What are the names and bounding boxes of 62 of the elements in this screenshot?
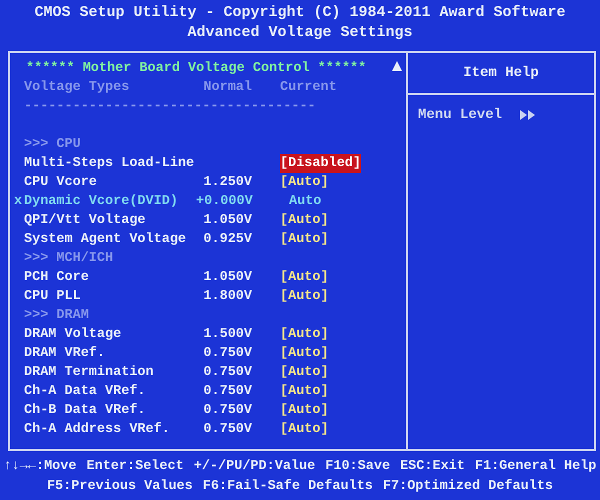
normal-value: 1.250V bbox=[202, 174, 252, 192]
normal-value: 0.750V bbox=[202, 402, 252, 420]
key-hint: +/-/PU/PD:Value bbox=[194, 458, 316, 476]
column-header: Normal bbox=[202, 79, 252, 97]
setting-value[interactable]: [Auto] bbox=[280, 420, 329, 439]
setting-label: System Agent Voltage bbox=[24, 231, 188, 249]
key-hint: ESC:Exit bbox=[400, 458, 465, 476]
setting-label: DRAM VRef. bbox=[24, 345, 106, 363]
section-heading: >>> MCH/ICH bbox=[24, 250, 114, 268]
window-title: Advanced Voltage Settings bbox=[187, 23, 413, 43]
setting-label: CPU PLL bbox=[24, 288, 82, 306]
setting-value[interactable]: [Auto] bbox=[280, 382, 329, 401]
normal-value: 0.750V bbox=[202, 364, 252, 382]
setting-value[interactable]: [Auto] bbox=[280, 230, 329, 249]
setting-value[interactable]: [Auto] bbox=[280, 344, 329, 363]
setting-value: Auto bbox=[288, 193, 322, 211]
setting-label: Ch-A Data VRef. bbox=[24, 383, 147, 401]
key-hint: F7:Optimized Defaults bbox=[382, 478, 554, 496]
normal-value: 0.750V bbox=[202, 383, 252, 401]
setting-label: QPI/Vtt Voltage bbox=[24, 212, 147, 230]
setting-label: Multi-Steps Load-Line bbox=[24, 155, 196, 173]
setting-value[interactable]: [Auto] bbox=[280, 173, 329, 192]
scroll-up-icon[interactable] bbox=[392, 61, 402, 71]
normal-value: 0.750V bbox=[202, 345, 252, 363]
normal-value: +0.000V bbox=[196, 193, 252, 211]
normal-value: 1.050V bbox=[202, 212, 252, 230]
key-hint: F10:Save bbox=[325, 458, 390, 476]
setting-value[interactable]: [Auto] bbox=[280, 363, 329, 382]
key-hint: F1:General Help bbox=[474, 458, 596, 476]
setting-value[interactable]: [Auto] bbox=[280, 401, 329, 420]
normal-value: 0.925V bbox=[202, 231, 252, 249]
setting-value[interactable]: [Auto] bbox=[280, 325, 329, 344]
section-title: ****** Mother Board Voltage Control ****** bbox=[26, 60, 366, 78]
setting-label: Ch-A Address VRef. bbox=[24, 421, 171, 439]
key-hint: ↑↓→←:Move bbox=[4, 458, 76, 476]
setting-label: DRAM Termination bbox=[24, 364, 155, 382]
setting-label: Ch-B Data VRef. bbox=[24, 402, 147, 420]
section-heading: >>> DRAM bbox=[24, 307, 89, 325]
key-hint: F5:Previous Values bbox=[46, 478, 193, 496]
setting-value[interactable]: [Auto] bbox=[280, 268, 329, 287]
locked-marker: x bbox=[14, 193, 24, 211]
setting-value[interactable]: [Disabled] bbox=[280, 154, 362, 173]
double-arrow-icon bbox=[520, 110, 536, 120]
normal-value: 0.750V bbox=[202, 421, 252, 439]
normal-value: 1.050V bbox=[202, 269, 252, 287]
setting-label: PCH Core bbox=[24, 269, 90, 287]
column-header: Voltage Types bbox=[24, 79, 130, 97]
divider-text: ------------------------------------ bbox=[24, 98, 316, 116]
menu-level-label: Menu Level bbox=[418, 107, 502, 123]
key-hint: F6:Fail-Safe Defaults bbox=[202, 478, 373, 496]
window-title: CMOS Setup Utility - Copyright (C) 1984-2011 Award Software bbox=[34, 3, 566, 23]
key-hint: Enter:Select bbox=[86, 458, 184, 476]
setting-value[interactable]: [Auto] bbox=[280, 287, 329, 306]
setting-label: CPU Vcore bbox=[24, 174, 98, 192]
help-title: Item Help bbox=[463, 65, 539, 81]
normal-value: 1.800V bbox=[202, 288, 252, 306]
column-header: Current bbox=[280, 79, 337, 97]
setting-label: DRAM Voltage bbox=[24, 326, 122, 344]
section-heading: >>> CPU bbox=[24, 136, 81, 154]
setting-label: Dynamic Vcore(DVID) bbox=[24, 193, 179, 211]
setting-value[interactable]: [Auto] bbox=[280, 211, 329, 230]
normal-value: 1.500V bbox=[202, 326, 252, 344]
